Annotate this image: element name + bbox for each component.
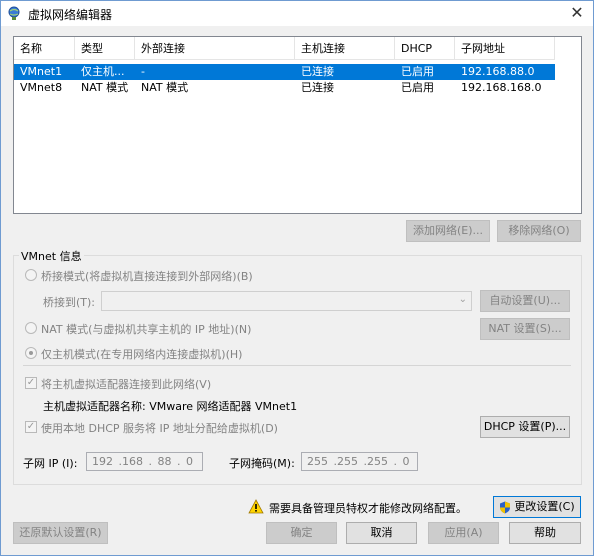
apply-button[interactable]: 应用(A): [428, 522, 499, 544]
cell-external: -: [141, 65, 145, 78]
cancel-button[interactable]: 取消: [346, 522, 417, 544]
window-title: 虚拟网络编辑器: [28, 8, 113, 22]
column-header-external[interactable]: 外部连接: [135, 37, 295, 60]
virtual-network-editor-window: 虚拟网络编辑器 ✕ 名称 类型 外部连接 主机连接 DHCP 子网地址 VMne…: [0, 0, 594, 556]
cell-type: NAT 模式: [81, 81, 129, 94]
change-settings-label: 更改设置(C): [514, 500, 575, 513]
radio-selected-dot: [29, 351, 33, 355]
use-dhcp-checkbox[interactable]: ✓: [25, 421, 37, 433]
bridged-mode-label: 桥接模式(将虚拟机直接连接到外部网络)(B): [41, 270, 253, 283]
nat-settings-button[interactable]: NAT 设置(S)...: [480, 318, 570, 340]
host-only-mode-label: 仅主机模式(在专用网络内连接虚拟机)(H): [41, 348, 243, 361]
cell-subnet: 192.168.88.0: [461, 65, 535, 78]
nat-mode-label: NAT 模式(与虚拟机共享主机的 IP 地址)(N): [41, 323, 252, 336]
cell-external: NAT 模式: [141, 81, 189, 94]
cell-subnet: 192.168.168.0: [461, 81, 542, 94]
cell-dhcp: 已启用: [401, 65, 434, 78]
subnet-mask-field[interactable]: 255 .255 .255 . 0: [301, 452, 418, 471]
chevron-down-icon: ⌄: [458, 294, 467, 305]
cell-dhcp: 已启用: [401, 81, 434, 94]
column-header-type[interactable]: 类型: [75, 37, 135, 60]
network-globe-icon: [8, 6, 20, 20]
cell-name: VMnet1: [20, 65, 63, 78]
column-header-host[interactable]: 主机连接: [295, 37, 395, 60]
help-button[interactable]: 帮助: [509, 522, 581, 544]
cell-host: 已连接: [301, 81, 334, 94]
cell-host: 已连接: [301, 65, 334, 78]
column-header-subnet[interactable]: 子网地址: [455, 37, 555, 60]
warning-icon: [248, 499, 264, 514]
subnet-mask-label: 子网掩码(M):: [229, 457, 295, 470]
connect-adapter-label: 将主机虚拟适配器连接到此网络(V): [41, 378, 212, 391]
use-dhcp-label: 使用本地 DHCP 服务将 IP 地址分配给虚拟机(D): [41, 422, 278, 435]
cell-name: VMnet8: [20, 81, 63, 94]
adapter-name-label: 主机虚拟适配器名称: VMware 网络适配器 VMnet1: [43, 400, 298, 413]
network-list[interactable]: 名称 类型 外部连接 主机连接 DHCP 子网地址 VMnet1 仅主机... …: [13, 36, 582, 214]
table-row[interactable]: VMnet8 NAT 模式 NAT 模式 已连接 已启用 192.168.168…: [14, 80, 555, 96]
column-header-dhcp[interactable]: DHCP: [395, 37, 455, 60]
title-bar[interactable]: 虚拟网络编辑器 ✕: [1, 1, 593, 26]
connect-adapter-checkbox[interactable]: ✓: [25, 377, 37, 389]
auto-settings-button[interactable]: 自动设置(U)...: [480, 290, 570, 312]
bridged-to-select[interactable]: ⌄: [101, 291, 472, 311]
restore-defaults-button[interactable]: 还原默认设置(R): [13, 522, 108, 544]
change-settings-button[interactable]: 更改设置(C): [493, 496, 581, 518]
uac-shield-icon: [500, 501, 511, 513]
bridged-mode-radio[interactable]: [25, 269, 37, 281]
add-network-button[interactable]: 添加网络(E)...: [406, 220, 490, 242]
nat-mode-radio[interactable]: [25, 322, 37, 334]
remove-network-button[interactable]: 移除网络(O): [497, 220, 581, 242]
divider: [23, 365, 571, 366]
host-only-mode-radio[interactable]: [25, 347, 37, 359]
bridged-to-label: 桥接到(T):: [43, 296, 96, 309]
ok-button[interactable]: 确定: [266, 522, 337, 544]
cell-type: 仅主机...: [81, 65, 125, 78]
column-header-name[interactable]: 名称: [14, 37, 75, 60]
close-icon[interactable]: ✕: [567, 4, 587, 22]
subnet-ip-label: 子网 IP (I):: [23, 457, 78, 470]
dhcp-settings-button[interactable]: DHCP 设置(P)...: [480, 416, 570, 438]
admin-warning-text: 需要具备管理员特权才能修改网络配置。: [269, 502, 467, 515]
vmnet-info-label: VMnet 信息: [19, 248, 84, 264]
subnet-ip-field[interactable]: 192 .168 . 88 . 0: [86, 452, 203, 471]
table-row[interactable]: VMnet1 仅主机... - 已连接 已启用 192.168.88.0: [14, 64, 555, 80]
